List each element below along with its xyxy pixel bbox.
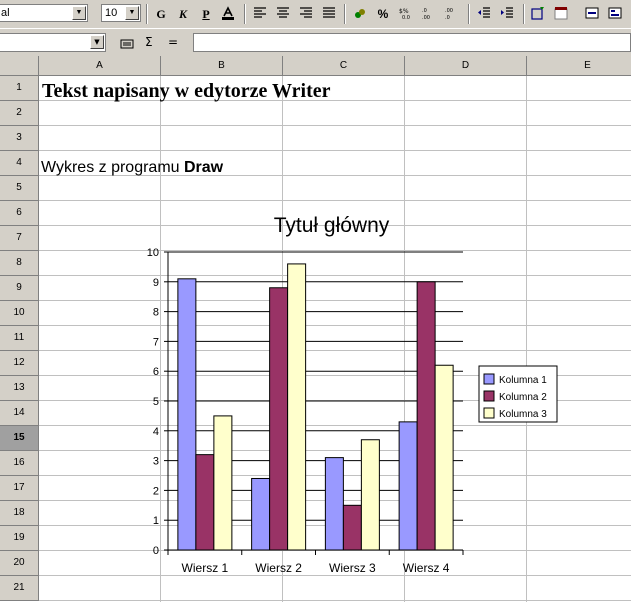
chart-bar: [416, 281, 436, 551]
toolbar-separator: [468, 4, 470, 24]
chart-legend-swatch: [483, 373, 495, 385]
delete-decimal-icon[interactable]: .00.0: [445, 6, 459, 20]
chart-legend-swatch: [483, 390, 495, 402]
chart-bar: [195, 454, 215, 551]
chart-y-tick-label: 3: [153, 456, 159, 468]
background-color-icon[interactable]: [554, 6, 568, 20]
chart-legend-label: Kolumna 3: [499, 409, 547, 420]
toolbar-separator: [244, 4, 246, 24]
chart-y-tick-label: 5: [153, 396, 159, 408]
chart-bar: [177, 278, 197, 551]
svg-text:.00: .00: [445, 8, 453, 14]
decrease-indent-icon[interactable]: [477, 6, 491, 20]
chart-bar: [324, 457, 344, 551]
chart-title: Tytuł główny: [274, 214, 390, 237]
svg-text:.00: .00: [422, 15, 430, 20]
font-size-box[interactable]: 10 ▼: [101, 4, 141, 22]
chart-legend-label: Kolumna 1: [499, 375, 547, 386]
justify-icon[interactable]: [322, 6, 336, 20]
sum-icon[interactable]: Σ: [145, 35, 153, 49]
currency-format-icon[interactable]: [353, 6, 367, 20]
increase-indent-icon[interactable]: [500, 6, 514, 20]
font-color-icon[interactable]: [221, 6, 235, 20]
font-name-value: al: [1, 7, 10, 19]
function-icon[interactable]: =: [168, 35, 178, 49]
formatting-toolbar: al ▼ 10 ▼ G K P % $% 0.0 .0.00 .00.0: [0, 0, 631, 28]
chart-x-tick-label: Wiersz 3: [329, 561, 376, 575]
align-right-icon[interactable]: [299, 6, 313, 20]
percent-format-icon[interactable]: %: [376, 5, 390, 23]
chart-x-tick-label: Wiersz 1: [182, 561, 229, 575]
name-box[interactable]: ▼: [0, 33, 106, 52]
font-size-value: 10: [105, 7, 118, 19]
chart-bar: [213, 415, 233, 551]
chart-y-tick-label: 7: [153, 336, 159, 348]
chart-bar: [287, 263, 307, 551]
chart-legend-swatch: [483, 407, 495, 419]
chart-y-tick-label: 9: [153, 277, 159, 289]
chart-y-tick-label: 4: [153, 426, 159, 438]
svg-text:.0: .0: [422, 8, 427, 14]
svg-text:$%: $%: [399, 8, 409, 15]
chart-x-tick-label: Wiersz 4: [403, 561, 450, 575]
add-decimal-icon[interactable]: .0.00: [422, 6, 436, 20]
bold-button[interactable]: G: [154, 5, 168, 23]
chart-y-tick-label: 8: [153, 307, 159, 319]
standard-format-icon[interactable]: $%0.0: [399, 6, 413, 20]
chart-bar: [251, 477, 271, 551]
chart-bar: [342, 504, 362, 551]
chart-y-tick-label: 10: [147, 247, 159, 259]
italic-button[interactable]: K: [176, 5, 190, 23]
chart-bar: [360, 439, 380, 551]
chart-y-tick-label: 2: [153, 485, 159, 497]
embedded-chart[interactable]: Tytuł główny 0 1 2 3 4 5 6 7 8 9 10 Wiersz 1 Wiersz 2…: [0, 56, 631, 602]
chart-bar: [434, 364, 454, 551]
formula-input[interactable]: [193, 33, 631, 52]
cell-layout-icon[interactable]: [585, 6, 599, 20]
function-wizard-icon[interactable]: [120, 37, 134, 51]
chart-x-tick-label: Wiersz 2: [255, 561, 302, 575]
formula-bar: ▼ Σ =: [0, 28, 631, 56]
font-name-box[interactable]: al ▼: [0, 4, 88, 22]
chart-legend-label: Kolumna 2: [499, 392, 547, 403]
font-name-dropdown-button[interactable]: ▼: [72, 6, 86, 20]
spreadsheet-grid: A B C D E 1 2 3 4 5 6 7 8 9 10 11 12 13 14 15 16 17 18 19 2…: [0, 56, 631, 602]
chart-y-tick-label: 0: [153, 545, 159, 557]
underline-button[interactable]: P: [199, 5, 213, 23]
align-left-icon[interactable]: [253, 6, 267, 20]
chart-bar: [269, 287, 289, 551]
cell-layout-2-icon[interactable]: [608, 6, 622, 20]
font-size-dropdown-button[interactable]: ▼: [125, 6, 139, 20]
svg-text:.0: .0: [445, 15, 450, 20]
toolbar-separator: [344, 4, 346, 24]
name-box-dropdown-button[interactable]: ▼: [90, 35, 104, 49]
toolbar-separator: [523, 4, 525, 24]
borders-icon[interactable]: [531, 6, 545, 20]
chart-y-tick-label: 6: [153, 366, 159, 378]
chart-y-tick-label: 1: [153, 515, 159, 527]
svg-text:0.0: 0.0: [402, 15, 410, 20]
align-center-icon[interactable]: [276, 6, 290, 20]
toolbar-separator: [146, 4, 148, 24]
chart-bar: [398, 421, 418, 551]
